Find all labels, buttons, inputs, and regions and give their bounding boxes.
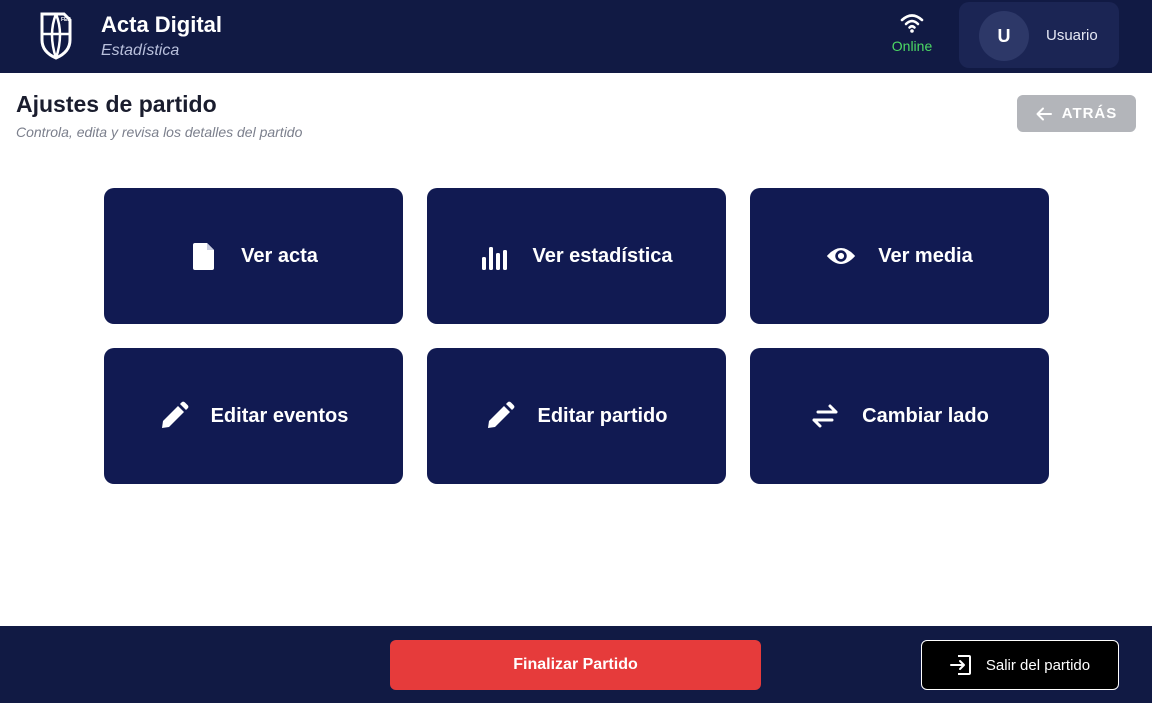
back-button[interactable]: ATRÁS bbox=[1017, 95, 1136, 132]
ver-media-button[interactable]: Ver media bbox=[750, 188, 1049, 324]
ver-estadistica-button[interactable]: Ver estadística bbox=[427, 188, 726, 324]
app-header: FEB Acta Digital Estadística Online U Us… bbox=[0, 0, 1152, 73]
ver-acta-button[interactable]: Ver acta bbox=[104, 188, 403, 324]
user-menu[interactable]: U Usuario bbox=[959, 2, 1119, 68]
connection-status-text: Online bbox=[891, 38, 933, 54]
user-name: Usuario bbox=[1046, 27, 1098, 44]
ver-acta-label: Ver acta bbox=[241, 244, 318, 267]
salir-del-partido-label: Salir del partido bbox=[985, 656, 1091, 674]
document-icon bbox=[189, 241, 219, 271]
editar-eventos-label: Editar eventos bbox=[210, 404, 349, 427]
pencil-icon bbox=[485, 401, 515, 431]
page-title: Ajustes de partido bbox=[16, 91, 217, 117]
avatar[interactable]: U bbox=[979, 11, 1029, 61]
pencil-icon bbox=[159, 401, 189, 431]
logo-text: FEB bbox=[61, 17, 71, 23]
cambiar-lado-label: Cambiar lado bbox=[862, 404, 989, 427]
salir-del-partido-button[interactable]: Salir del partido bbox=[921, 640, 1119, 690]
feb-logo-icon: FEB bbox=[40, 12, 72, 60]
editar-eventos-button[interactable]: Editar eventos bbox=[104, 348, 403, 484]
swap-arrows-icon bbox=[810, 401, 840, 431]
page-subtitle: Controla, edita y revisa los detalles de… bbox=[16, 124, 303, 140]
exit-icon bbox=[949, 655, 971, 675]
back-button-label: ATRÁS bbox=[1061, 105, 1118, 122]
cambiar-lado-button[interactable]: Cambiar lado bbox=[750, 348, 1049, 484]
connection-status: Online bbox=[885, 12, 939, 54]
editar-partido-button[interactable]: Editar partido bbox=[427, 348, 726, 484]
wifi-icon bbox=[900, 14, 924, 33]
eye-icon bbox=[826, 241, 856, 271]
app-footer: Finalizar Partido Salir del partido bbox=[0, 626, 1152, 703]
ver-estadistica-label: Ver estadística bbox=[532, 244, 673, 267]
editar-partido-label: Editar partido bbox=[537, 404, 668, 427]
bar-chart-icon bbox=[480, 241, 510, 271]
finalizar-partido-label: Finalizar Partido bbox=[513, 656, 638, 673]
finalizar-partido-button[interactable]: Finalizar Partido bbox=[390, 640, 761, 690]
app-subtitle: Estadística bbox=[101, 42, 180, 59]
app-title: Acta Digital bbox=[101, 12, 223, 37]
arrow-left-icon bbox=[1036, 107, 1052, 120]
ver-media-label: Ver media bbox=[878, 244, 973, 267]
